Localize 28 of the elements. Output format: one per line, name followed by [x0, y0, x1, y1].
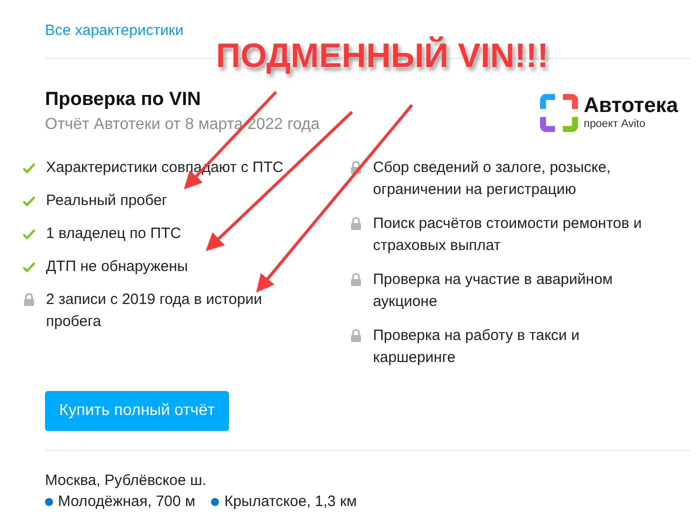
feature-text: Сбор сведений о залоге, розыске, ограничении на регистрацию: [373, 158, 612, 200]
feature-text: 1 владелец по ПТС: [46, 224, 182, 244]
lock-icon: [350, 161, 362, 174]
check-icon: [22, 228, 36, 240]
all-specs-link[interactable]: Все характеристики: [45, 22, 184, 39]
logo-tagline: проект Avito: [584, 117, 646, 131]
feature-text: Реальный пробег: [46, 191, 168, 211]
check-icon: [22, 162, 36, 174]
logo-name: Автотека: [584, 95, 678, 117]
lock-icon: [23, 293, 35, 306]
buy-report-button[interactable]: Купить полный отчёт: [45, 391, 229, 431]
check-icon: [22, 195, 36, 207]
annotation-text: ПОДМЕННЫЙ VIN!!!: [216, 36, 549, 76]
feature-text: Проверка на участие в аварийном аукционе: [373, 270, 614, 312]
section-title: Проверка по VIN: [45, 88, 202, 112]
feature-text: Поиск расчётов стоимости ремонтов и страховых выплат: [373, 214, 643, 256]
feature-text: 2 записи с 2019 года в истории пробега: [46, 290, 264, 332]
address: Москва, Рублёвское ш.: [45, 471, 208, 491]
report-date: Отчёт Автотеки от 8 марта 2022 года: [45, 115, 320, 135]
check-icon: [22, 261, 36, 273]
lock-icon: [350, 217, 362, 230]
logo-icon: [540, 94, 578, 132]
feature-text: ДТП не обнаружены: [46, 257, 189, 277]
lock-icon: [350, 273, 362, 286]
feature-text: Проверка на работу в такси и каршеринге: [373, 326, 580, 368]
metro-station: Крылатское, 1,3 км: [224, 492, 357, 512]
lock-icon: [350, 329, 362, 342]
metro-station: Молодёжная, 700 м: [58, 492, 196, 512]
